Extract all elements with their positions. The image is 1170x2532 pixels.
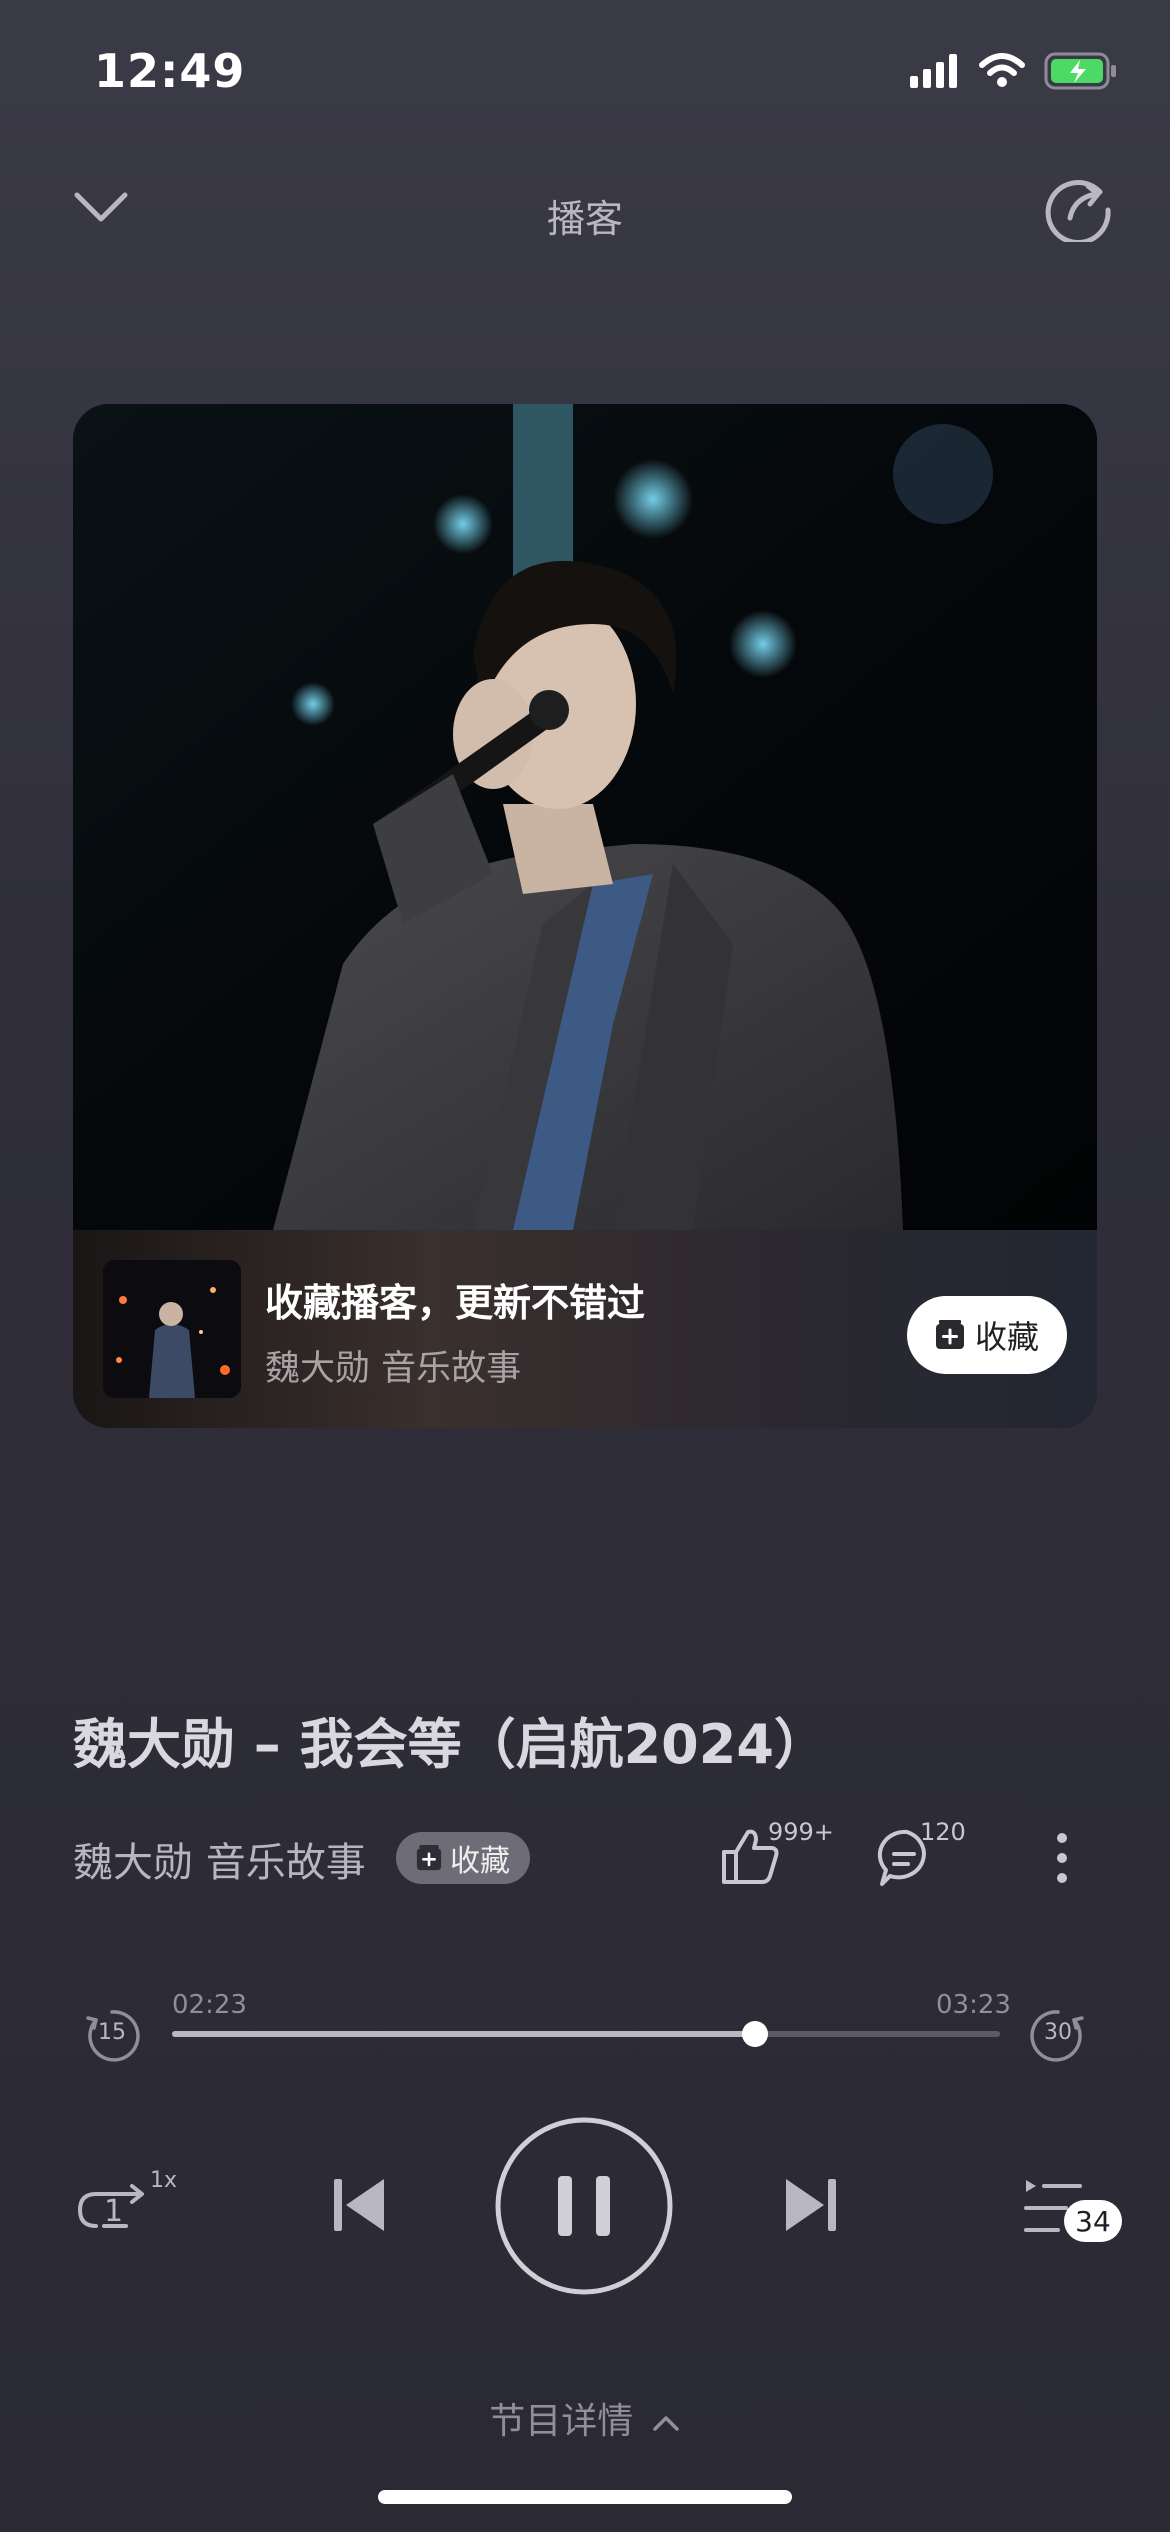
collect-add-icon [935,1320,964,1349]
collect-tag-button[interactable]: 收藏 [396,1832,530,1884]
pause-button[interactable] [494,2116,674,2296]
chevron-up-icon [652,2416,679,2431]
collect-promo-bar: 收藏播客，更新不错过 魏大勋 音乐故事 收藏 [73,1230,1097,1428]
home-indicator[interactable] [378,2490,792,2504]
rewind-seconds-label: 15 [98,2020,126,2045]
wifi-icon [979,53,1025,87]
share-icon[interactable] [1044,170,1116,242]
status-time: 12:49 [94,44,246,98]
current-time: 02:23 [172,1990,247,2020]
next-track-icon[interactable] [778,2172,844,2238]
collect-button-label: 收藏 [974,1318,1039,1356]
page-title: 播客 [546,197,623,241]
podcast-thumbnail[interactable] [103,1260,241,1398]
status-icons [910,52,1118,90]
playback-speed[interactable]: 1x [150,2168,177,2193]
promo-subtitle: 魏大勋 音乐故事 [265,1349,522,1389]
forward-seconds-label: 30 [1044,2020,1072,2045]
track-title: 魏大勋 – 我会等（启航2024） [73,1713,828,1776]
collect-tag-label: 收藏 [450,1844,510,1879]
battery-charging-icon [1044,52,1116,90]
queue-count-badge: 34 [1064,2200,1122,2242]
cover-photo [73,404,1097,1230]
progress-knob[interactable] [742,2021,768,2047]
progress-fill [172,2031,755,2037]
promo-title: 收藏播客，更新不错过 [265,1281,646,1325]
cellular-signal-icon [910,54,957,88]
like-count: 999+ [768,1818,834,1846]
cover-card[interactable]: 收藏播客，更新不错过 魏大勋 音乐故事 收藏 [73,404,1097,1428]
previous-track-icon[interactable] [326,2172,392,2238]
comment-count: 120 [920,1818,966,1846]
program-details-label: 节目详情 [489,2401,634,2442]
repeat-count: 1 [104,2194,124,2229]
total-time: 03:23 [936,1990,1011,2020]
more-vertical-icon[interactable] [1040,1826,1084,1890]
podcast-name[interactable]: 魏大勋 音乐故事 [73,1830,366,1888]
program-details-toggle[interactable]: 节目详情 [0,2392,1170,2444]
collect-podcast-button[interactable]: 收藏 [907,1296,1067,1374]
collect-add-icon [416,1845,442,1871]
